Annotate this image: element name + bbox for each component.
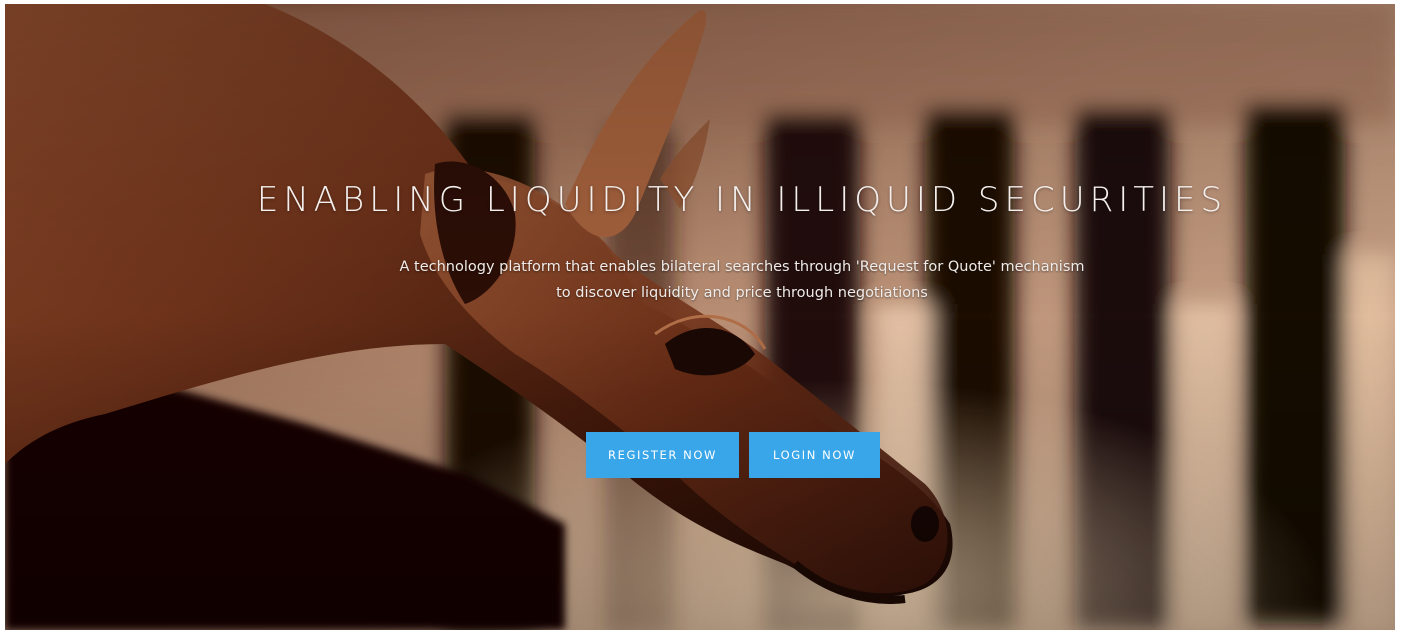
- register-now-button[interactable]: REGISTER NOW: [586, 432, 739, 478]
- hero-subtext-line-2: to discover liquidity and price through …: [556, 285, 928, 301]
- hero-section: ENABLING LIQUIDITY IN ILLIQUID SECURITIE…: [5, 4, 1395, 630]
- hero-content: ENABLING LIQUIDITY IN ILLIQUID SECURITIE…: [5, 4, 1395, 630]
- hero-actions: REGISTER NOW LOGIN NOW: [586, 432, 880, 478]
- hero-subtext-line-1: A technology platform that enables bilat…: [399, 259, 1085, 275]
- login-now-button[interactable]: LOGIN NOW: [749, 432, 880, 478]
- hero-subtext: A technology platform that enables bilat…: [47, 254, 1395, 306]
- hero-headline: ENABLING LIQUIDITY IN ILLIQUID SECURITIE…: [256, 180, 1228, 220]
